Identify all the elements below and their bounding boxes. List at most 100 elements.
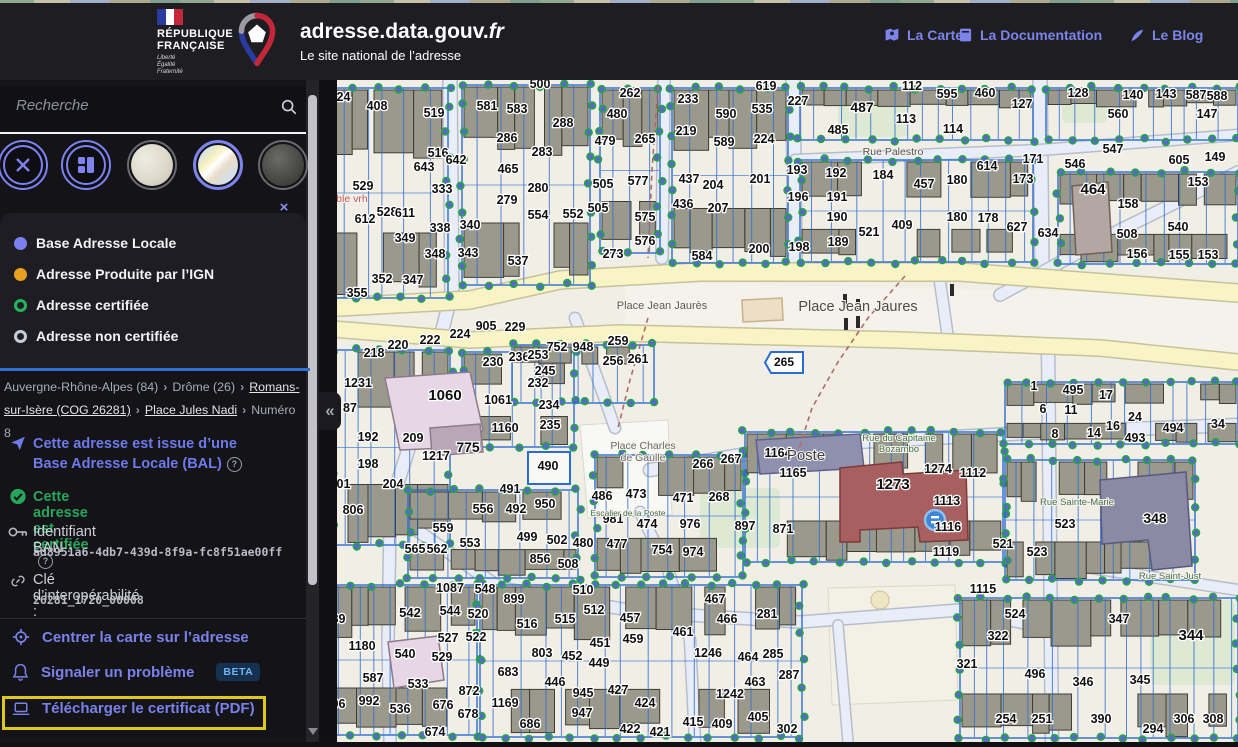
map-canvas[interactable]: 8244085195165296436425283336116123493383…	[320, 80, 1238, 742]
parcel-number: 992	[359, 694, 380, 708]
parcel-number: 490	[538, 459, 559, 473]
nav-le-blog[interactable]: Le Blog	[1130, 27, 1203, 43]
search-input[interactable]	[14, 96, 268, 115]
parcel-number: 191	[827, 190, 848, 204]
parcel-number: 634	[1038, 226, 1059, 240]
address-dot-core	[842, 84, 847, 89]
center-map-button[interactable]: Centrer la carte sur l’adresse	[12, 628, 249, 646]
nav-la-documentation[interactable]: La Documentation	[958, 27, 1102, 43]
parcel-number: 948	[573, 340, 594, 354]
address-dot-core	[1213, 378, 1218, 383]
search-icon[interactable]	[280, 98, 298, 116]
address-dot-core	[1182, 168, 1187, 173]
parcel-number: 267	[721, 452, 742, 466]
scrollbar-thumb[interactable]	[308, 95, 317, 585]
parcel-number: 153	[1188, 175, 1209, 189]
layer-button-none[interactable]	[0, 140, 48, 190]
address-dot-core	[928, 428, 933, 433]
building	[674, 209, 690, 248]
map-label: Rue Saint-Just	[1139, 571, 1202, 582]
address-dot-core	[787, 107, 792, 112]
parcel-number: 340	[460, 218, 481, 232]
bal-swatch	[14, 237, 27, 250]
parcel-number: 560	[1108, 107, 1129, 121]
address-dot-core	[462, 129, 467, 134]
address-dot-core	[1212, 735, 1217, 740]
parcel-number: 421	[650, 725, 671, 739]
address-dot-core	[1058, 216, 1063, 221]
layer-button-parcels[interactable]	[61, 140, 111, 190]
parcel-number: 265	[774, 355, 794, 369]
address-dot-core	[709, 583, 714, 588]
parcel-number: 190	[827, 210, 848, 224]
address-dot-core	[717, 262, 722, 267]
address-dot-core	[592, 736, 597, 741]
help-icon[interactable]: ?	[227, 457, 242, 472]
building	[1051, 600, 1091, 646]
address-dot-core	[485, 349, 490, 354]
parcel-number: 233	[678, 92, 699, 106]
parcel-number: 627	[1007, 220, 1028, 234]
parcel-number: 536	[390, 702, 411, 716]
address-dot-core	[744, 560, 749, 565]
sidebar-scrollbar[interactable]	[306, 80, 319, 742]
scrollbar-down-arrow[interactable]	[308, 728, 318, 735]
site-title[interactable]: adresse.data.gouv.fr Le site national de…	[300, 20, 504, 63]
parcel-number: 11	[1064, 403, 1077, 417]
address-dot-core	[822, 156, 827, 161]
crosshair-icon	[12, 628, 30, 646]
building	[1204, 174, 1236, 205]
parcel-number: 1274	[924, 462, 952, 476]
parcel-number: 612	[355, 212, 376, 226]
interop-key-value[interactable]: 26281_1720_00008	[33, 593, 144, 607]
address-dot-core	[1028, 456, 1033, 461]
layer-button-satellite[interactable]	[258, 140, 308, 190]
sidebar-collapse-button[interactable]: «	[319, 392, 341, 430]
breadcrumb-item[interactable]: Place Jules Nadi	[145, 403, 237, 417]
parcel-number: 204	[383, 477, 404, 491]
layer-button-osm-selected[interactable]	[193, 140, 243, 190]
parcel-number: 261	[628, 352, 649, 366]
download-certificate-button[interactable]: Télécharger le certificat (PDF)	[12, 700, 255, 717]
ban-id-value[interactable]: ad8951a6-4db7-439d-8f9a-fc8f51ae00ff	[33, 545, 303, 559]
parcel-number: 180	[947, 210, 968, 224]
address-dot-core	[730, 581, 735, 586]
parcel-number: 508	[558, 557, 579, 571]
address-dot-core	[487, 445, 492, 450]
address-dot-core	[795, 136, 800, 141]
address-dot-core	[910, 559, 915, 564]
parcel-number: 499	[517, 530, 538, 544]
address-dot-core	[1124, 457, 1129, 462]
address-dot-core	[400, 733, 405, 738]
address-dot-core	[1121, 597, 1126, 602]
parcel-number: 466	[717, 612, 738, 626]
address-dot-core	[1077, 579, 1082, 584]
parcel-number: 451	[590, 636, 611, 650]
address-dot-core	[1005, 380, 1010, 385]
layer-button-plan[interactable]	[127, 140, 177, 190]
parcel-number: 510	[573, 583, 594, 597]
address-dot-core	[756, 736, 761, 741]
address-dot-core	[802, 657, 807, 662]
parcel-number: 479	[595, 134, 616, 148]
nav-la-carte[interactable]: La Carte	[884, 27, 963, 43]
parcel-number: 446	[545, 675, 566, 689]
legend-panel: Base Adresse Locale Adresse Produite par…	[0, 213, 306, 368]
address-dot-core	[348, 733, 353, 738]
address-dot-core	[1050, 576, 1055, 581]
address-dot-core	[813, 431, 818, 436]
address-dot-core	[578, 507, 583, 512]
address-dot-core	[754, 583, 759, 588]
parcel-number: 565	[405, 542, 426, 556]
address-dot-core	[669, 162, 674, 167]
building	[1023, 600, 1051, 637]
parcel-number: 595	[937, 87, 958, 101]
parcel-number: 950	[535, 497, 556, 511]
address-dot-core	[350, 86, 355, 91]
parcel-number: 523	[1027, 545, 1048, 559]
report-problem-button[interactable]: Signaler un problème BETA	[12, 663, 260, 681]
parcel-number: 590	[716, 107, 737, 121]
address-dot-core	[1189, 379, 1194, 384]
parcel-number: 349	[395, 231, 416, 245]
address-dot-core	[595, 526, 600, 531]
